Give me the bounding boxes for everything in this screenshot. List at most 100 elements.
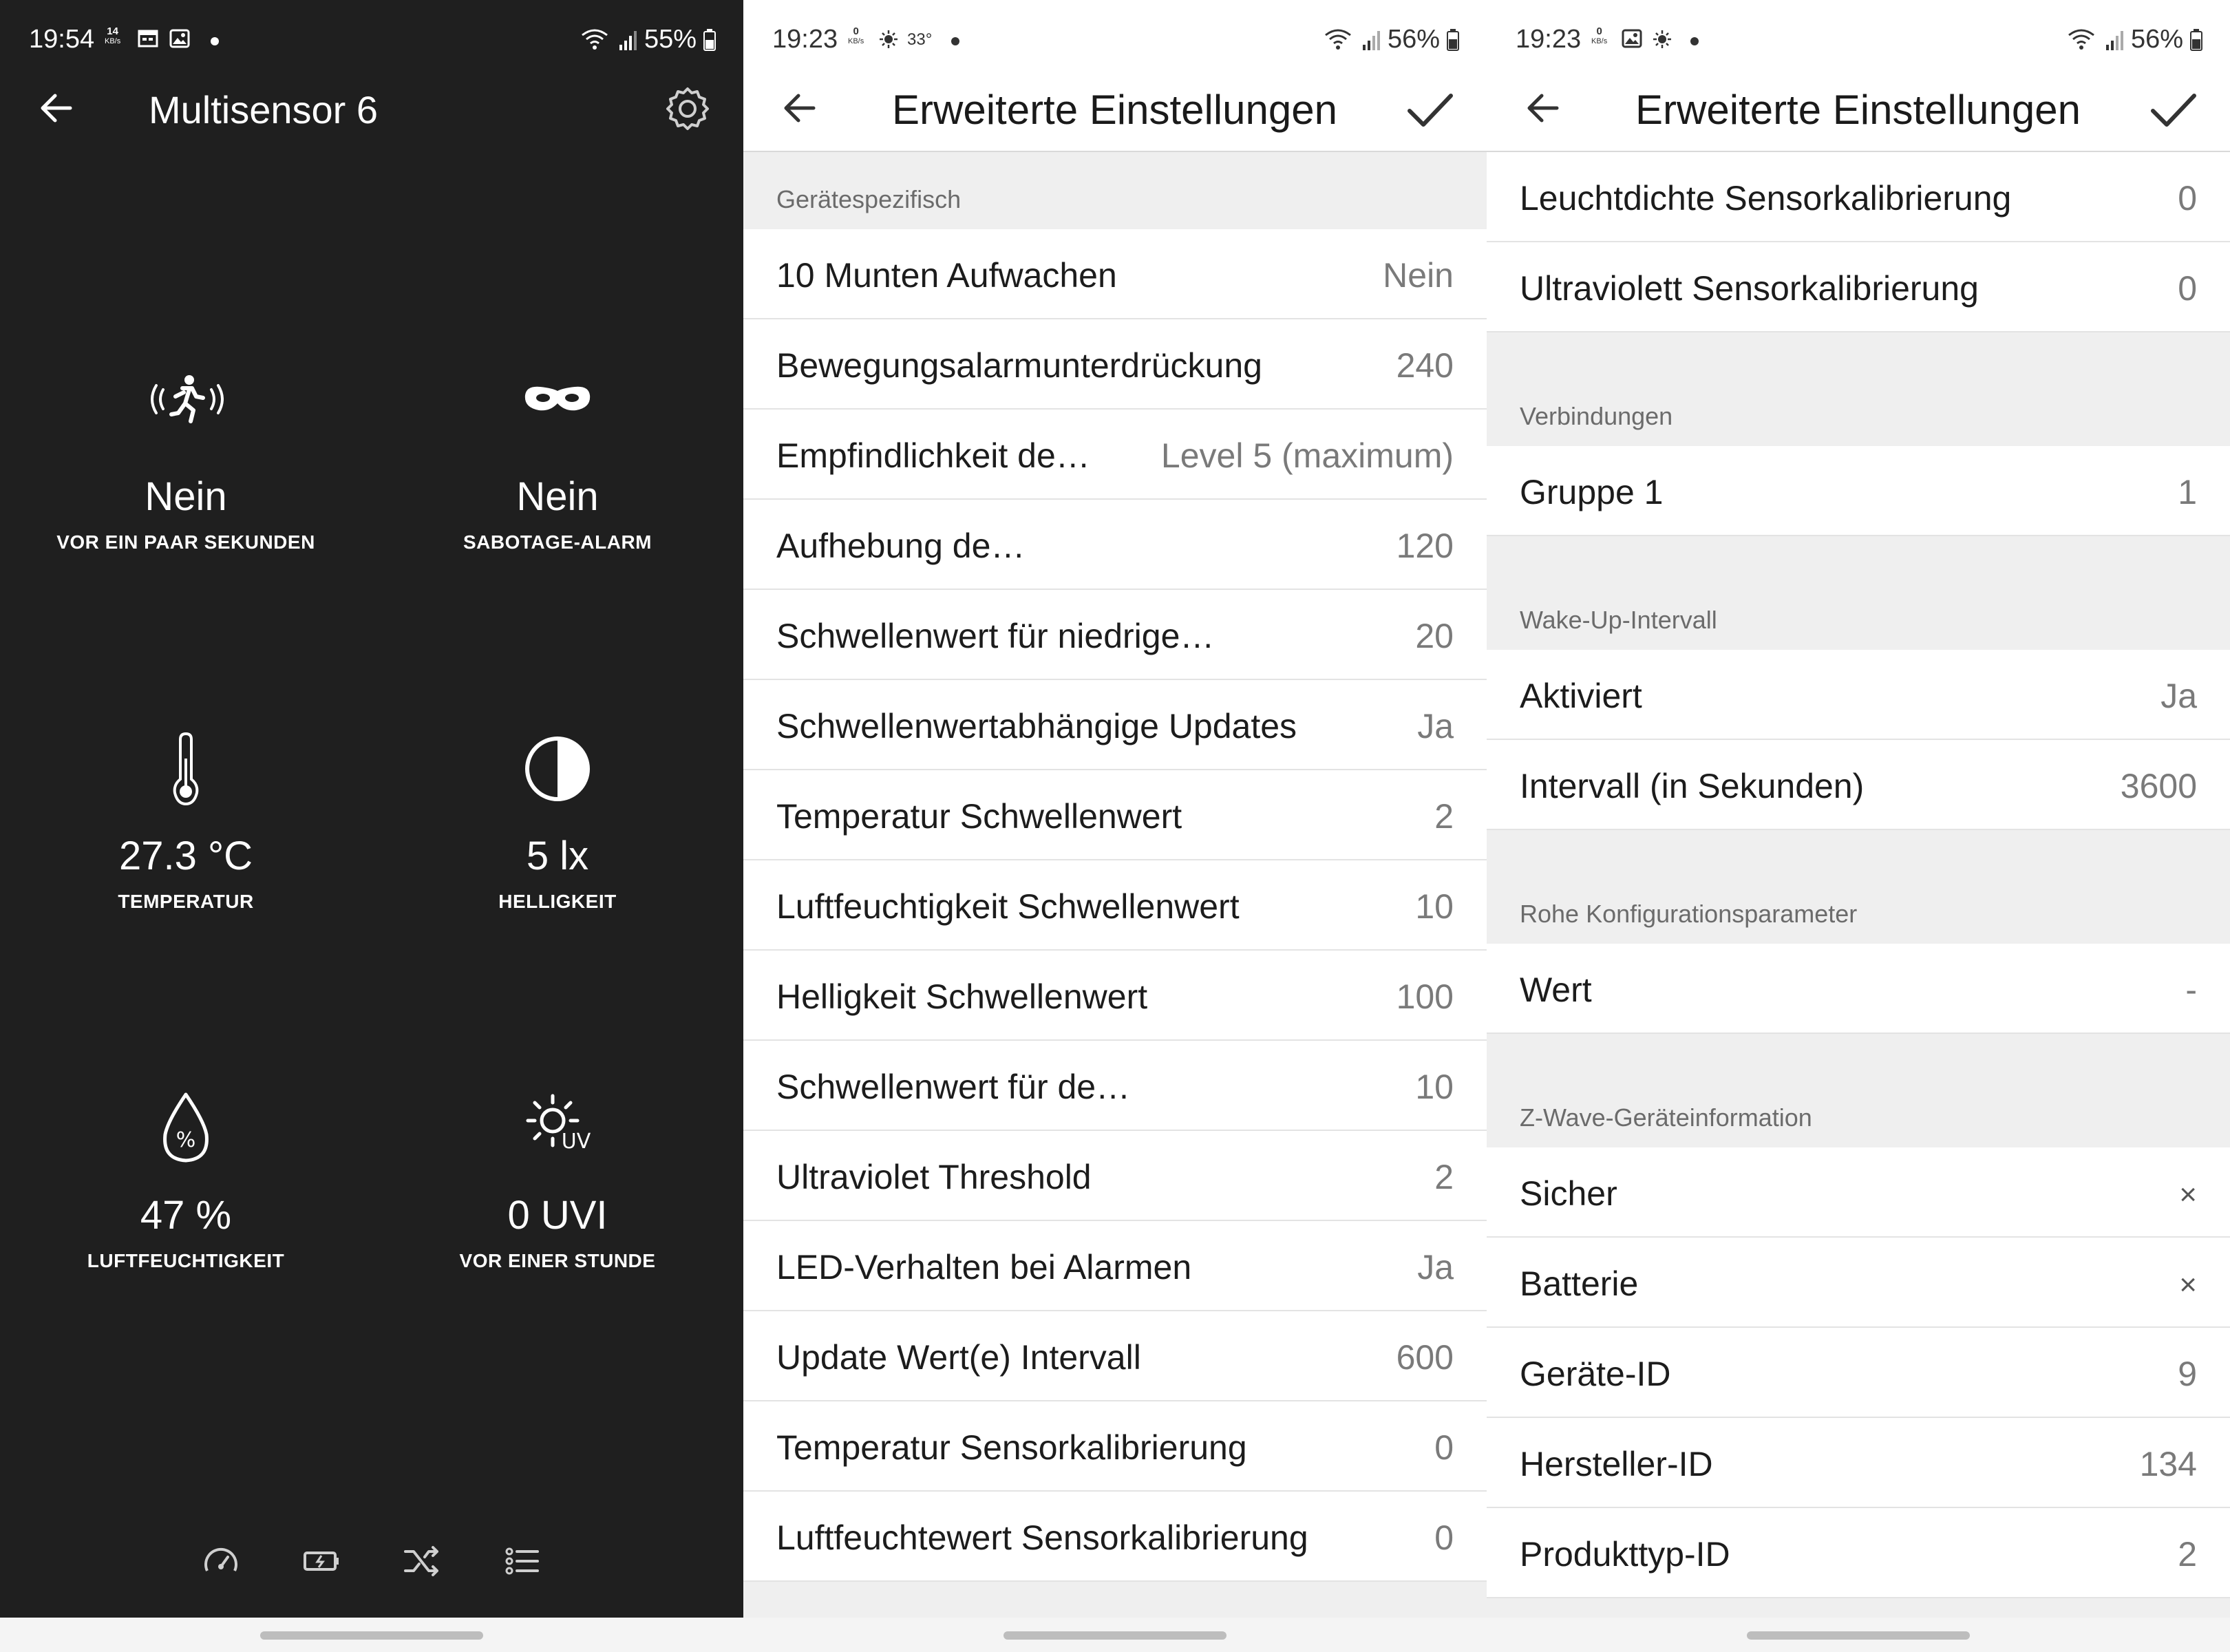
shuffle-icon[interactable] <box>403 1542 441 1580</box>
setting-value: 3600 <box>2120 767 2197 805</box>
back-arrow-icon[interactable] <box>1522 87 1564 129</box>
setting-value: 10 <box>1415 887 1454 926</box>
setting-row[interactable]: Update Wert(e) Intervall 600 <box>743 1311 1487 1401</box>
status-time: 19:23 <box>1516 25 1582 54</box>
setting-row[interactable]: Schwellenwert für niedrige… 20 <box>743 590 1487 680</box>
setting-row[interactable]: Bewegungsalarmunterdrückung 240 <box>743 319 1487 410</box>
setting-row[interactable]: Helligkeit Schwellenwert 100 <box>743 951 1487 1041</box>
gear-icon[interactable] <box>663 85 712 133</box>
setting-row[interactable]: Luftfeuchtewert Sensorkalibrierung 0 <box>743 1492 1487 1582</box>
calendar-icon <box>138 30 158 47</box>
multisensor-screen: 19:54 14 KB/s 55% Multisensor 6 Nein VOR… <box>0 0 743 1652</box>
setting-value: Ja <box>2160 677 2197 715</box>
setting-row[interactable]: Geräte-ID 9 <box>1487 1328 2230 1418</box>
gesture-bar <box>743 1618 1487 1652</box>
setting-value: - <box>2185 971 2197 1009</box>
setting-label: Schwellenwert für de… <box>776 1068 1131 1106</box>
tamper-tile[interactable]: Nein SABOTAGE-ALARM <box>372 372 743 731</box>
gesture-bar <box>0 1618 743 1652</box>
page-title: Erweiterte Einstellungen <box>1635 87 2081 133</box>
back-arrow-icon[interactable] <box>36 87 77 129</box>
signal-icon <box>2105 30 2123 50</box>
gauge-icon[interactable] <box>202 1542 240 1580</box>
status-bar: 19:23 0 KB/s 33° 56% <box>743 0 1487 83</box>
setting-label: 10 Munten Aufwachen <box>776 256 1117 295</box>
home-indicator[interactable] <box>1003 1631 1226 1640</box>
gallery-icon <box>169 29 190 48</box>
setting-row[interactable]: LED-Verhalten bei Alarmen Ja <box>743 1221 1487 1311</box>
setting-row[interactable]: Schwellenwert für de… 10 <box>743 1041 1487 1131</box>
setting-row[interactable]: Temperatur Schwellenwert 2 <box>743 770 1487 860</box>
network-speed-value: 0 <box>1596 25 1602 37</box>
setting-label: Gruppe 1 <box>1520 473 1664 511</box>
checkmark-icon[interactable] <box>2146 83 2200 137</box>
notification-dot <box>211 37 219 45</box>
app-bar: Erweiterte Einstellungen <box>743 72 1487 152</box>
setting-label: Ultraviolett Sensorkalibrierung <box>1520 269 1979 308</box>
network-speed-value: 14 <box>107 25 118 37</box>
battery-percent: 55% <box>644 25 697 54</box>
sensor-grid: Nein VOR EIN PAAR SEKUNDEN Nein SABOTAGE… <box>0 372 743 1450</box>
checkmark-icon[interactable] <box>1403 83 1456 137</box>
tamper-value: Nein <box>516 474 599 519</box>
section-title: Wake-Up-Intervall <box>1520 606 1717 634</box>
app-bar: Multisensor 6 <box>0 72 743 148</box>
section-title: Rohe Konfigurationsparameter <box>1520 900 1858 928</box>
back-arrow-icon[interactable] <box>779 87 820 129</box>
setting-row[interactable]: Sicher × <box>1487 1147 2230 1238</box>
setting-label: Temperatur Schwellenwert <box>776 797 1182 836</box>
setting-label: Intervall (in Sekunden) <box>1520 767 1865 805</box>
network-speed-unit: KB/s <box>848 37 864 45</box>
setting-row[interactable]: Batterie × <box>1487 1238 2230 1328</box>
setting-row[interactable]: Empfindlichkeit de… Level 5 (maximum) <box>743 410 1487 500</box>
setting-row[interactable]: Temperatur Sensorkalibrierung 0 <box>743 1401 1487 1492</box>
temperature-tile[interactable]: 27.3 °C TEMPERATUR <box>0 731 372 1090</box>
setting-row[interactable]: Gruppe 1 1 <box>1487 446 2230 536</box>
brightness-label: HELLIGKEIT <box>498 891 617 912</box>
uv-tile[interactable]: UV 0 UVI VOR EINER STUNDE <box>372 1090 743 1450</box>
setting-value: 240 <box>1396 346 1454 385</box>
humidity-label: LUFTFEUCHTIGKEIT <box>87 1250 285 1271</box>
battery-icon <box>2190 28 2202 51</box>
setting-row[interactable]: Leuchtdichte Sensorkalibrierung 0 <box>1487 152 2230 242</box>
setting-row[interactable]: Luftfeuchtigkeit Schwellenwert 10 <box>743 860 1487 951</box>
setting-value: 0 <box>2178 269 2197 308</box>
setting-value: Level 5 (maximum) <box>1160 436 1454 475</box>
setting-row[interactable]: Ultraviolett Sensorkalibrierung 0 <box>1487 242 2230 332</box>
setting-label: Aufhebung de… <box>776 527 1026 565</box>
setting-row[interactable]: Produkttyp-ID 2 <box>1487 1508 2230 1598</box>
motion-tile[interactable]: Nein VOR EIN PAAR SEKUNDEN <box>0 372 372 731</box>
setting-row[interactable]: Ultraviolet Threshold 2 <box>743 1131 1487 1221</box>
status-right: 55% <box>581 25 716 54</box>
network-speed: 0 KB/s <box>1591 26 1607 47</box>
setting-value: 9 <box>2178 1355 2197 1393</box>
setting-label: Produkttyp-ID <box>1520 1535 1730 1574</box>
svg-text:%: % <box>176 1128 196 1152</box>
humidity-tile[interactable]: % 47 % LUFTFEUCHTIGKEIT <box>0 1090 372 1450</box>
setting-label: Ultraviolet Threshold <box>776 1158 1092 1196</box>
wifi-icon <box>1325 29 1351 50</box>
setting-label: Sicher <box>1520 1174 1617 1213</box>
setting-value: 10 <box>1415 1068 1454 1106</box>
weather-temperature: 33° <box>907 30 933 49</box>
bottom-tab-bar <box>0 1542 743 1580</box>
setting-row[interactable]: Aktiviert Ja <box>1487 650 2230 740</box>
setting-row[interactable]: Wert - <box>1487 944 2230 1034</box>
list-icon[interactable] <box>503 1542 542 1580</box>
section-header-raw-config: Rohe Konfigurationsparameter <box>1487 830 2230 944</box>
setting-row[interactable]: Hersteller-ID 134 <box>1487 1418 2230 1508</box>
mask-icon <box>524 386 591 411</box>
wifi-icon <box>582 29 608 50</box>
home-indicator[interactable] <box>260 1631 483 1640</box>
home-indicator[interactable] <box>1747 1631 1970 1640</box>
setting-label: Leuchtdichte Sensorkalibrierung <box>1520 179 2012 218</box>
setting-row[interactable]: Schwellenwertabhängige Updates Ja <box>743 680 1487 770</box>
brightness-tile[interactable]: 5 lx HELLIGKEIT <box>372 731 743 1090</box>
motion-label: VOR EIN PAAR SEKUNDEN <box>56 531 315 553</box>
setting-value: 120 <box>1396 527 1454 565</box>
setting-row[interactable]: Intervall (in Sekunden) 3600 <box>1487 740 2230 830</box>
setting-row[interactable]: 10 Munten Aufwachen Nein <box>743 229 1487 319</box>
setting-label: Batterie <box>1520 1264 1639 1303</box>
setting-row[interactable]: Aufhebung de… 120 <box>743 500 1487 590</box>
battery-tab-icon[interactable] <box>302 1542 341 1580</box>
